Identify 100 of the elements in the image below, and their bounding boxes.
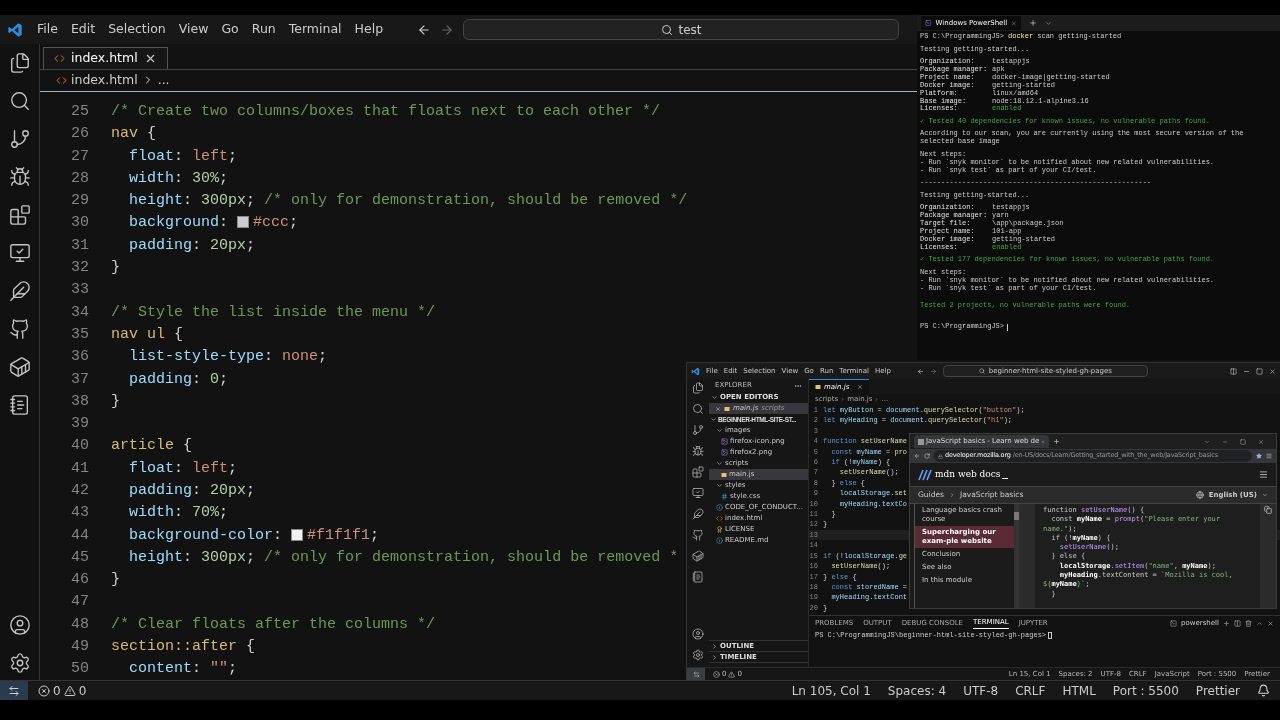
hash-icon [721, 493, 728, 500]
warning-icon [728, 670, 736, 678]
files-icon[interactable] [692, 382, 704, 394]
menu-item[interactable]: File [37, 20, 58, 39]
new-tab-icon[interactable] [1053, 438, 1060, 445]
status-item[interactable]: CRLF [1015, 681, 1046, 700]
code-line: padding: 0; [128, 369, 229, 390]
lock-icon [938, 453, 943, 459]
menu-item[interactable]: Go [221, 20, 239, 39]
menu-icon[interactable] [1259, 470, 1268, 479]
search-field[interactable]: test [463, 19, 900, 40]
code-line: height: 300px; /* only for demonstration, should be removed * [128, 547, 679, 568]
star-icon[interactable] [1256, 453, 1262, 459]
chevron-down-icon[interactable] [1045, 19, 1052, 27]
monitor-icon[interactable] [8, 242, 31, 264]
menu-item[interactable]: Selection [108, 20, 166, 39]
remote-icon [8, 684, 20, 697]
powershell-icon [925, 19, 932, 27]
status-item[interactable]: UTF-8 [963, 681, 999, 700]
line-number: 42 [70, 481, 90, 501]
line-number: 48 [70, 614, 90, 635]
branch-icon[interactable] [692, 424, 704, 436]
code-line: content: ""; [128, 659, 238, 680]
trash-icon[interactable] [1245, 619, 1252, 627]
copy-icon[interactable] [1264, 506, 1272, 514]
search-icon[interactable] [692, 403, 704, 415]
status-item[interactable]: Spaces: 4 [887, 681, 947, 700]
line-number: 39 [70, 414, 90, 435]
account-icon[interactable] [692, 628, 704, 640]
settings-icon[interactable] [8, 652, 31, 674]
line-number: 29 [70, 191, 90, 212]
code-line: list-style-type: none; [128, 347, 328, 368]
menu-item[interactable]: Run [251, 20, 276, 39]
menu-item[interactable]: View [178, 20, 209, 39]
files-icon[interactable] [8, 52, 31, 74]
breadcrumb-item[interactable]: index.html [71, 71, 138, 90]
scrollbar[interactable] [1014, 504, 1019, 608]
bug-icon[interactable] [692, 445, 704, 457]
cursor-underscore [1002, 478, 1009, 479]
account-icon[interactable] [8, 614, 31, 636]
code-line: /* Create two columns/boxes that floats next to each other */ [111, 101, 661, 122]
monitor-icon[interactable] [692, 487, 704, 499]
line-number: 37 [70, 369, 90, 390]
new-tab-icon[interactable] [1029, 19, 1037, 27]
line-number: 50 [70, 659, 90, 680]
code-line: background: #ccc; [128, 213, 299, 234]
status-item[interactable]: HTML [1062, 681, 1096, 700]
chevron-up-icon[interactable] [1256, 619, 1263, 627]
bug-icon[interactable] [8, 166, 31, 188]
chevron-right-icon [840, 397, 846, 402]
code-line: /* Clear floats after the columns */ [111, 614, 436, 635]
chevron-down-icon[interactable] [711, 394, 718, 401]
breadcrumb-item[interactable]: ... [157, 71, 170, 90]
settings-icon[interactable] [692, 649, 704, 661]
line-number: 34 [70, 302, 90, 323]
status-item[interactable]: Ln 105, Col 1 [791, 681, 871, 700]
line-number: 40 [70, 436, 90, 457]
back-icon[interactable] [417, 22, 432, 37]
blocks-icon[interactable] [8, 204, 31, 226]
add-icon[interactable] [1223, 619, 1230, 627]
maximize-icon[interactable] [1240, 438, 1246, 445]
container-icon[interactable] [692, 550, 704, 562]
back-icon[interactable] [916, 367, 924, 375]
split-icon[interactable] [1234, 619, 1241, 627]
feather-icon[interactable] [692, 508, 704, 520]
line-number: 35 [70, 324, 90, 345]
code-line: background-color: #f1f1f1; [128, 525, 380, 546]
chevron-down-icon[interactable] [1262, 492, 1268, 498]
reload-icon[interactable] [924, 453, 930, 459]
error-icon [713, 670, 720, 678]
layout-icon[interactable] [1230, 367, 1237, 375]
status-item[interactable]: Port : 5500 [1112, 681, 1179, 700]
code-line: /* Style the list inside the menu */ [111, 302, 436, 323]
line-number: 44 [70, 525, 90, 546]
forward-icon[interactable] [440, 22, 455, 37]
code-line: padding: 20px; [128, 481, 256, 501]
mdn-logo-icon [918, 468, 932, 481]
branch-icon[interactable] [8, 128, 31, 150]
code-line: nav { [111, 124, 157, 145]
remote-button[interactable] [0, 681, 28, 700]
menu-item[interactable]: Help [354, 20, 384, 39]
info-icon [716, 504, 723, 511]
editor-tab[interactable]: index.html [43, 47, 168, 69]
line-number: 27 [70, 146, 90, 167]
line-number: 30 [70, 213, 90, 234]
search-icon[interactable] [8, 90, 31, 112]
chevron-down-icon[interactable] [710, 416, 717, 423]
maximize-icon[interactable] [1256, 367, 1263, 375]
notebook-icon[interactable] [8, 394, 31, 416]
status-item[interactable]: Prettier [1195, 681, 1240, 700]
github-icon[interactable] [8, 318, 31, 340]
notification-icon[interactable] [1257, 684, 1270, 697]
menu-item[interactable]: Terminal [288, 20, 342, 39]
problems-indicator[interactable]: 0 0 [38, 681, 87, 700]
menu-item[interactable]: Edit [70, 20, 96, 39]
site-favicon [918, 438, 924, 445]
container-icon[interactable] [8, 356, 31, 378]
feather-icon[interactable] [8, 280, 31, 302]
code-line: width: 70%; [128, 503, 229, 524]
github-icon[interactable] [692, 529, 704, 541]
